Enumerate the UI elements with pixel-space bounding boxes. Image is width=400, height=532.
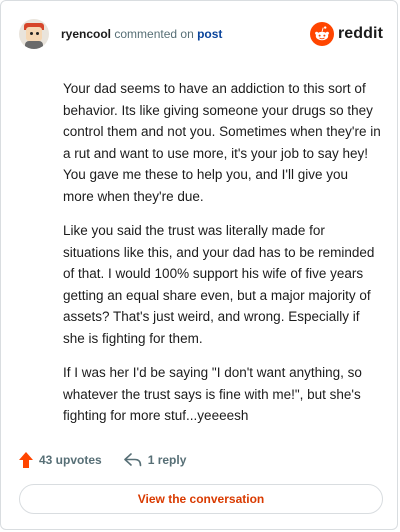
comment-actions: 43 upvotes 1 reply xyxy=(19,449,186,471)
upvote-arrow-icon xyxy=(19,452,33,468)
comment-paragraph-2: Like you said the trust was literally ma… xyxy=(63,223,375,346)
comment-card: ryencool commented on post reddit Your d… xyxy=(0,0,398,530)
post-link[interactable]: post xyxy=(197,27,222,41)
comment-meta: ryencool commented on post xyxy=(61,27,222,41)
action-text: commented on xyxy=(114,27,194,41)
reply-count: 1 reply xyxy=(147,453,187,467)
brand-wordmark: reddit xyxy=(337,25,383,42)
avatar[interactable] xyxy=(19,19,49,49)
view-conversation-button[interactable]: View the conversation xyxy=(19,484,383,514)
comment-header: ryencool commented on post reddit xyxy=(19,17,383,51)
reddit-logo[interactable]: reddit xyxy=(309,22,383,46)
comment-paragraph-3: If I was her I'd be saying "I don't want… xyxy=(63,365,362,423)
username-link[interactable]: ryencool xyxy=(61,27,111,41)
snoo-icon xyxy=(309,22,334,46)
upvote-count: 43 upvotes xyxy=(39,453,102,467)
comment-paragraph-1: Your dad seems to have an addiction to t… xyxy=(63,81,381,204)
comment-body: Your dad seems to have an addiction to t… xyxy=(63,78,381,440)
upvote-button[interactable]: 43 upvotes xyxy=(19,452,102,468)
reply-button[interactable]: 1 reply xyxy=(123,453,187,467)
reply-arrow-icon xyxy=(123,453,142,467)
